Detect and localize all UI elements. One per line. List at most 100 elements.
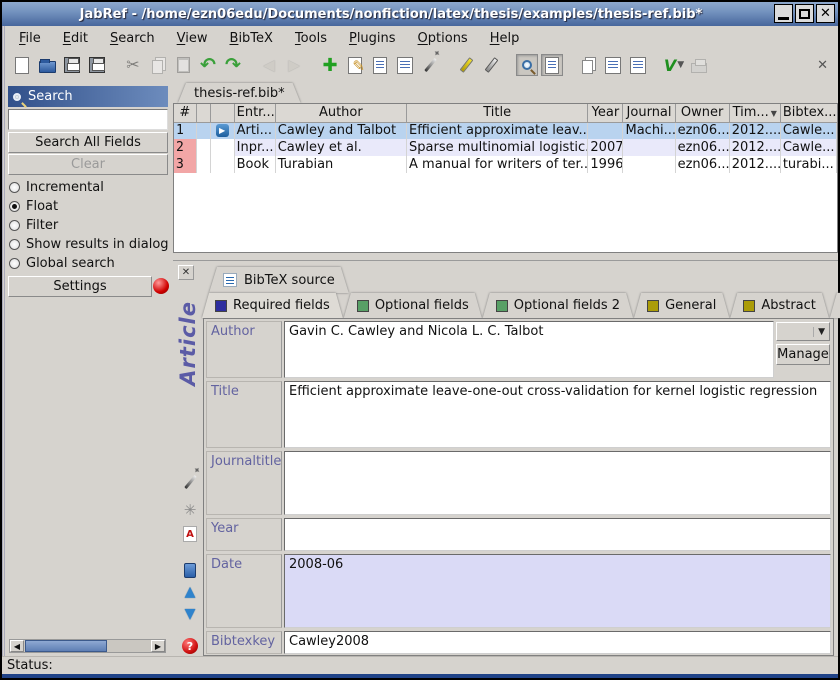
copy-icon[interactable] bbox=[147, 54, 169, 76]
column-title[interactable]: Title bbox=[407, 104, 588, 122]
menu-edit[interactable]: Edit bbox=[63, 31, 88, 46]
entry-type-label: Article bbox=[173, 283, 203, 403]
tab-optional-fields-2[interactable]: Optional fields 2 bbox=[483, 293, 633, 318]
table-row[interactable]: 1 ▶ Arti... Cawley and Talbot Efficient … bbox=[174, 122, 837, 139]
search-all-fields-button[interactable]: Search All Fields bbox=[8, 132, 168, 153]
title-bar[interactable]: JabRef - /home/ezn06edu/Documents/nonfic… bbox=[2, 2, 838, 26]
menu-help[interactable]: Help bbox=[490, 31, 520, 46]
author-field-input[interactable]: Gavin C. Cawley and Nicola L. C. Talbot bbox=[284, 321, 774, 378]
title-field-input[interactable]: Efficient approximate leave-one-out cros… bbox=[284, 381, 831, 448]
radio-icon-selected bbox=[9, 201, 20, 212]
menu-tools[interactable]: Tools bbox=[295, 31, 327, 46]
menu-bibtex[interactable]: BibTeX bbox=[230, 31, 273, 46]
maximize-button[interactable] bbox=[795, 4, 814, 23]
column-bibtexkey[interactable]: Bibtex... bbox=[780, 104, 836, 122]
column-author[interactable]: Author bbox=[275, 104, 406, 122]
editor-close-button[interactable]: ✕ bbox=[178, 265, 194, 280]
column-number[interactable]: # bbox=[174, 104, 196, 122]
toggle-preview-icon[interactable] bbox=[541, 54, 563, 76]
paste-icon[interactable] bbox=[172, 54, 194, 76]
cut-icon[interactable]: ✂ bbox=[122, 54, 144, 76]
tab-review[interactable]: Review bbox=[830, 293, 840, 318]
radio-show-results-in-dialog[interactable]: Show results in dialog bbox=[9, 235, 170, 254]
tab-bibtex-source[interactable]: BibTeX source bbox=[209, 267, 349, 293]
search-toggle-icon[interactable] bbox=[516, 54, 538, 76]
year-field-input[interactable] bbox=[284, 518, 831, 551]
print-icon[interactable] bbox=[688, 54, 710, 76]
push-to-application-icon[interactable] bbox=[602, 54, 624, 76]
unmark-entries-icon[interactable] bbox=[480, 54, 502, 76]
previous-entry-icon[interactable]: ▲ bbox=[181, 583, 199, 601]
author-options-dropdown[interactable]: ▼ bbox=[776, 322, 830, 341]
new-database-icon[interactable] bbox=[11, 54, 33, 76]
toolbar-close-icon[interactable]: ✕ bbox=[817, 58, 828, 73]
open-database-icon[interactable] bbox=[36, 54, 58, 76]
push-to-application-alt-icon[interactable] bbox=[627, 54, 649, 76]
scrollbar-thumb[interactable] bbox=[25, 640, 107, 652]
next-entry-icon[interactable]: ▼ bbox=[181, 605, 199, 623]
pdf-icon[interactable]: A bbox=[181, 525, 199, 543]
cleanup-entries-icon[interactable] bbox=[419, 54, 441, 76]
record-icon[interactable] bbox=[153, 278, 169, 294]
edit-entry-icon[interactable]: ✎ bbox=[344, 54, 366, 76]
column-journal[interactable]: Journal bbox=[623, 104, 675, 122]
file-icon[interactable] bbox=[181, 561, 199, 579]
menu-options[interactable]: Options bbox=[418, 31, 468, 46]
column-editor-indicator[interactable] bbox=[210, 104, 234, 122]
radio-float[interactable]: Float bbox=[9, 197, 170, 216]
cell-number: 1 bbox=[174, 122, 196, 139]
gear-icon[interactable]: ✳ bbox=[181, 501, 199, 519]
radio-label: Incremental bbox=[26, 180, 104, 195]
manage-button[interactable]: Manage bbox=[776, 344, 830, 365]
edit-strings-icon[interactable] bbox=[394, 54, 416, 76]
copy-citation-icon[interactable] bbox=[577, 54, 599, 76]
save-all-icon[interactable] bbox=[86, 54, 108, 76]
radio-incremental[interactable]: Incremental bbox=[9, 178, 170, 197]
file-tab[interactable]: thesis-ref.bib* bbox=[178, 83, 301, 103]
column-timestamp[interactable]: Tim...▼ bbox=[729, 104, 780, 122]
help-icon[interactable]: ? bbox=[181, 637, 199, 655]
undo-icon[interactable]: ↶ bbox=[197, 54, 219, 76]
cell-timestamp: 2012.... bbox=[729, 156, 780, 173]
edit-preamble-icon[interactable] bbox=[369, 54, 391, 76]
radio-filter[interactable]: Filter bbox=[9, 216, 170, 235]
menu-view[interactable]: View bbox=[177, 31, 208, 46]
tab-required-fields[interactable]: Required fields bbox=[202, 293, 343, 318]
tab-general[interactable]: General bbox=[634, 293, 729, 318]
menu-bar: File Edit Search View BibTeX Tools Plugi… bbox=[2, 26, 838, 50]
journaltitle-field-input[interactable] bbox=[284, 451, 831, 515]
date-field-input[interactable]: 2008-06 bbox=[284, 554, 831, 628]
clear-button[interactable]: Clear bbox=[8, 154, 168, 175]
tab-abstract[interactable]: Abstract bbox=[730, 293, 829, 318]
save-database-icon[interactable] bbox=[61, 54, 83, 76]
autogenerate-wand-icon[interactable] bbox=[181, 473, 199, 491]
menu-file[interactable]: File bbox=[19, 31, 41, 46]
column-entrytype[interactable]: Entr... bbox=[234, 104, 275, 122]
minimize-button[interactable] bbox=[774, 4, 793, 23]
radio-icon bbox=[9, 258, 20, 269]
redo-icon[interactable]: ↷ bbox=[222, 54, 244, 76]
radio-global-search[interactable]: Global search bbox=[9, 254, 170, 273]
back-icon[interactable]: ◀ bbox=[258, 54, 280, 76]
settings-button[interactable]: Settings bbox=[8, 276, 152, 297]
table-row[interactable]: 2 Inpr... Cawley et al. Sparse multinomi… bbox=[174, 139, 837, 156]
column-year[interactable]: Year bbox=[588, 104, 623, 122]
web-search-icon[interactable]: V▼ bbox=[663, 54, 685, 76]
mark-entries-icon[interactable] bbox=[455, 54, 477, 76]
search-input[interactable] bbox=[8, 109, 168, 130]
forward-icon[interactable]: ▶ bbox=[283, 54, 305, 76]
sidebar-horizontal-scrollbar[interactable]: ◀ ▶ bbox=[9, 639, 166, 653]
column-owner[interactable]: Owner bbox=[675, 104, 729, 122]
close-button[interactable]: ✕ bbox=[816, 4, 835, 23]
tab-optional-fields[interactable]: Optional fields bbox=[344, 293, 482, 318]
scroll-left-icon[interactable]: ◀ bbox=[10, 640, 24, 652]
menu-plugins[interactable]: Plugins bbox=[349, 31, 396, 46]
bibtexkey-field-input[interactable]: Cawley2008 bbox=[284, 631, 831, 654]
column-marker[interactable] bbox=[196, 104, 210, 122]
cell-year bbox=[588, 122, 623, 139]
table-row[interactable]: 3 Book Turabian A manual for writers of … bbox=[174, 156, 837, 173]
menu-search[interactable]: Search bbox=[110, 31, 155, 46]
radio-icon bbox=[9, 220, 20, 231]
scroll-right-icon[interactable]: ▶ bbox=[151, 640, 165, 652]
new-entry-icon[interactable]: ✚ bbox=[319, 54, 341, 76]
